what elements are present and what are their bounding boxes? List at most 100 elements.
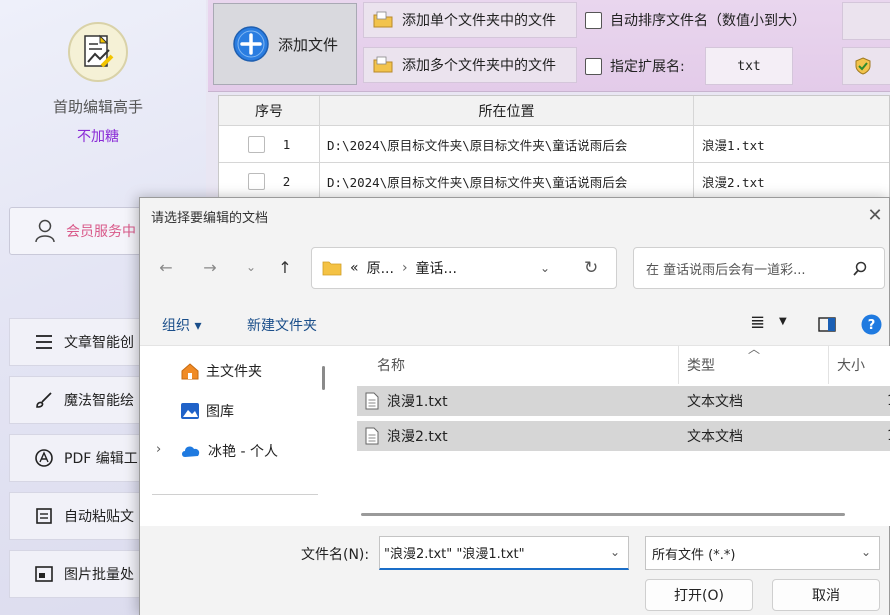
row-path: D:\2024\原目标文件夹\原目标文件夹\童话说雨后会 (320, 126, 694, 162)
toolbar-edge-button[interactable] (842, 2, 890, 40)
filename-label: 文件名(N): (301, 547, 370, 563)
row-filename: 浪漫2.txt (702, 174, 765, 190)
text-file-icon (365, 392, 379, 410)
folder-icon (322, 261, 342, 276)
col-header-name (694, 96, 889, 125)
search-icon[interactable] (852, 261, 868, 277)
toolbar-edge-button[interactable] (842, 47, 890, 85)
filename-input[interactable]: "浪漫2.txt" "浪漫1.txt" ⌄ (379, 536, 629, 570)
close-icon[interactable]: ✕ (865, 206, 885, 226)
refresh-icon[interactable]: ↻ (584, 258, 598, 278)
row-checkbox[interactable] (247, 172, 265, 190)
column-type[interactable]: 类型 (687, 346, 715, 384)
address-bar[interactable]: « 原... › 童话... ⌄ ↻ (311, 247, 617, 289)
paste-icon (36, 508, 52, 524)
table-header: 序号 所在位置 (219, 96, 889, 126)
new-folder-button[interactable]: 新建文件夹 (247, 315, 317, 335)
chevron-down-icon[interactable]: ⌄ (861, 545, 871, 559)
organize-menu[interactable]: 组织 ▾ (162, 315, 201, 335)
row-path: D:\2024\原目标文件夹\原目标文件夹\童话说雨后会 (320, 163, 694, 199)
address-separator: › (401, 260, 408, 276)
member-service-label: 会员服务中 (66, 224, 136, 240)
checkbox-box[interactable] (585, 11, 602, 29)
expand-chevron-icon[interactable]: › (156, 442, 161, 457)
view-dropdown-icon[interactable]: ▼ (779, 316, 787, 327)
auto-sort-label: 自动排序文件名（数值小到大） (610, 13, 806, 29)
command-bar: 组织 ▾ 新建文件夹 ≣ ▼ ? (140, 302, 889, 346)
gallery-icon (181, 403, 199, 419)
row-number: 2 (282, 173, 291, 189)
file-type: 文本文档 (687, 429, 743, 445)
add-multi-folder-label: 添加多个文件夹中的文件 (402, 58, 556, 74)
nav-item-label: 冰艳 - 个人 (208, 444, 278, 460)
toolbar: 添加文件 添加单个文件夹中的文件 添加多个文件夹中的文件 自动排序文件名（数值小… (208, 0, 890, 92)
dialog-navbar: ← → ⌄ ↑ « 原... › 童话... ⌄ ↻ 在 童话说雨后会有一道彩.… (140, 234, 889, 302)
address-segment-2[interactable]: 童话... (416, 258, 457, 278)
preview-pane-icon[interactable] (818, 317, 836, 332)
image-icon (35, 566, 53, 582)
up-arrow-icon[interactable]: ↑ (274, 256, 296, 278)
address-segment-1[interactable]: 原... (367, 258, 394, 278)
address-prefix: « (350, 260, 359, 276)
address-dropdown-icon[interactable]: ⌄ (540, 261, 550, 275)
row-checkbox[interactable] (247, 135, 265, 153)
auto-sort-checkbox[interactable]: 自动排序文件名（数值小到大） (585, 10, 806, 30)
plus-circle-icon (233, 26, 269, 62)
menu-item-label: 图片批量处 (64, 567, 134, 583)
ext-checkbox[interactable]: 指定扩展名: (585, 56, 685, 76)
filename-value: "浪漫2.txt" "浪漫1.txt" (384, 547, 525, 562)
open-file-dialog: 请选择要编辑的文档 ✕ ← → ⌄ ↑ « 原... › 童话... ⌄ ↻ 在… (139, 197, 890, 615)
ext-label: 指定扩展名: (610, 59, 685, 75)
file-item[interactable]: 浪漫2.txt 文本文档 1 (357, 421, 890, 451)
file-item[interactable]: 浪漫1.txt 文本文档 1 (357, 386, 890, 416)
help-icon[interactable]: ? (861, 314, 882, 335)
app-logo-icon (68, 22, 128, 82)
menu-item-label: PDF 编辑工 (64, 451, 138, 467)
ext-input[interactable]: txt (705, 47, 793, 85)
add-single-folder-button[interactable]: 添加单个文件夹中的文件 (363, 2, 577, 38)
menu-item-label: 魔法智能绘 (64, 393, 134, 409)
nav-item-label: 主文件夹 (206, 364, 262, 380)
add-multi-folder-button[interactable]: 添加多个文件夹中的文件 (363, 47, 577, 83)
recent-chevron-icon[interactable]: ⌄ (240, 256, 262, 278)
column-divider[interactable] (828, 346, 829, 384)
file-name: 浪漫1.txt (387, 394, 448, 410)
view-list-icon[interactable]: ≣ (750, 312, 765, 333)
back-arrow-icon[interactable]: ← (155, 256, 177, 278)
nav-item-cloud[interactable]: 冰艳 - 个人 (180, 441, 278, 461)
folder-add-icon (373, 56, 393, 73)
col-header-location: 所在位置 (320, 96, 694, 125)
svg-text:?: ? (868, 318, 876, 333)
add-file-button[interactable]: 添加文件 (213, 3, 357, 85)
shield-check-icon (855, 57, 871, 75)
add-file-label: 添加文件 (277, 35, 338, 54)
text-file-icon (365, 427, 379, 445)
forward-arrow-icon[interactable]: → (199, 256, 221, 278)
nav-item-label: 图库 (206, 404, 234, 420)
chevron-down-icon[interactable]: ⌄ (610, 545, 620, 559)
row-number: 1 (282, 136, 291, 152)
nav-item-gallery[interactable]: 图库 (180, 401, 234, 421)
search-input[interactable]: 在 童话说雨后会有一道彩... (633, 247, 885, 289)
horizontal-scrollbar[interactable] (361, 513, 845, 516)
nav-item-home[interactable]: 主文件夹 (180, 361, 262, 381)
filetype-select[interactable]: 所有文件 (*.*) ⌄ (645, 536, 880, 570)
file-table: 序号 所在位置 1 D:\2024\原目标文件夹\原目标文件夹\童话说雨后会 浪… (218, 95, 890, 201)
column-name[interactable]: 名称 (377, 346, 405, 384)
home-icon (181, 363, 199, 380)
open-button[interactable]: 打开(O) (645, 579, 753, 611)
file-list-pane: 名称 ︿ 类型 大小 浪漫1.txt 文本文档 1 (340, 342, 890, 526)
checkbox-box[interactable] (585, 57, 602, 75)
cancel-button[interactable]: 取消 (772, 579, 880, 611)
column-divider[interactable] (678, 346, 679, 384)
folder-add-icon (373, 11, 393, 28)
nav-scrollbar[interactable] (322, 366, 325, 390)
dialog-title: 请选择要编辑的文档 (140, 198, 889, 234)
table-row[interactable]: 2 D:\2024\原目标文件夹\原目标文件夹\童话说雨后会 浪漫2.txt (219, 163, 889, 200)
dialog-footer: 文件名(N): "浪漫2.txt" "浪漫1.txt" ⌄ 所有文件 (*.*)… (140, 526, 889, 615)
navigation-pane: 主文件夹 图库 冰艳 - 个人 › (140, 346, 330, 526)
user-icon (35, 219, 55, 243)
file-type: 文本文档 (687, 394, 743, 410)
table-row[interactable]: 1 D:\2024\原目标文件夹\原目标文件夹\童话说雨后会 浪漫1.txt (219, 126, 889, 163)
column-size[interactable]: 大小 (837, 346, 865, 384)
